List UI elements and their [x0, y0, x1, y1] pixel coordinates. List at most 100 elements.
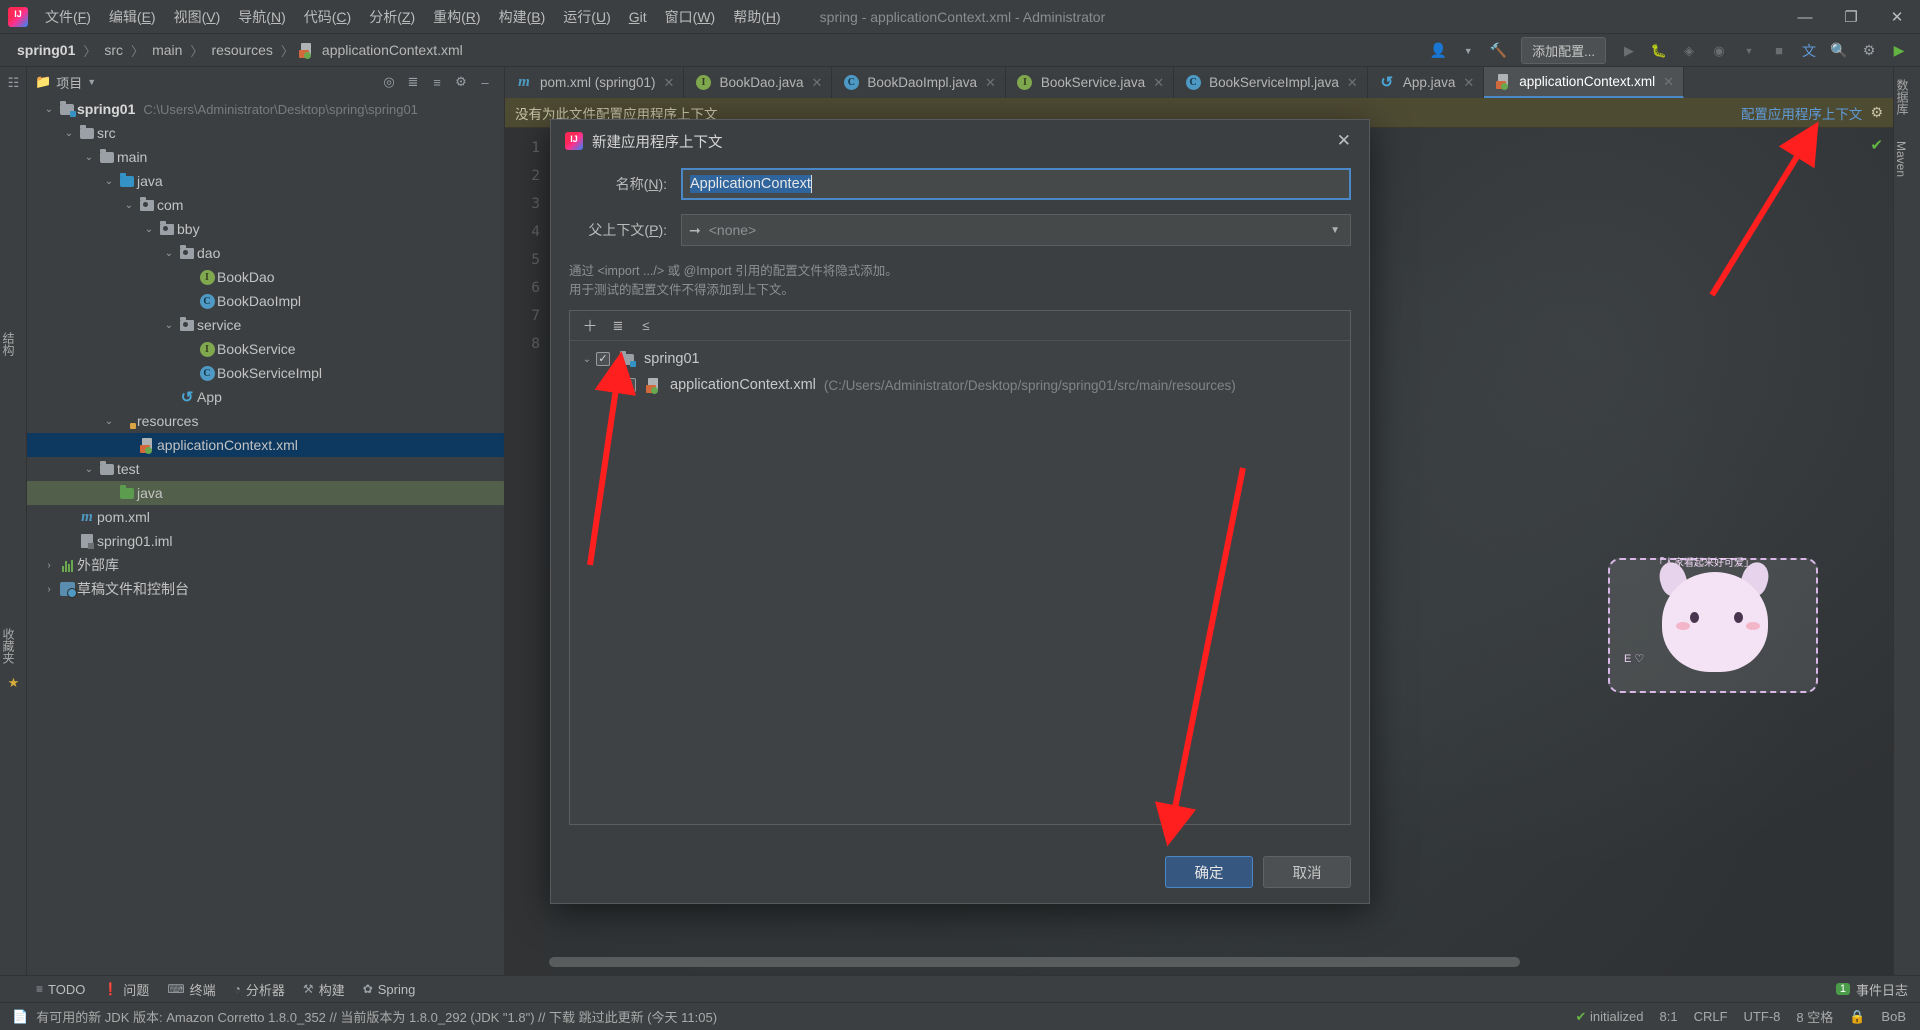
menu-item-8[interactable]: 运行(U) [554, 3, 619, 31]
caret-position[interactable]: 8:1 [1660, 1009, 1678, 1024]
chevron-down-icon[interactable]: ⌄ [41, 104, 57, 115]
settings-icon[interactable]: ⚙ [450, 71, 472, 93]
project-tree-row[interactable]: ⌄ spring01 C:\Users\Administrator\Desktop\… [27, 97, 504, 121]
editor-tab-6[interactable]: applicationContext.xml ✕ [1484, 67, 1685, 98]
project-tree-row[interactable]: C BookServiceImpl [27, 361, 504, 385]
project-tree-row[interactable]: ⌄ java [27, 169, 504, 193]
tool-window-button-4[interactable]: ⚒ 构建 [303, 980, 345, 999]
close-icon[interactable]: ✕ [1663, 74, 1674, 90]
coverage-icon[interactable]: ◈ [1676, 39, 1702, 63]
settings-icon[interactable]: ⚙ [1856, 39, 1882, 63]
menu-item-5[interactable]: 分析(Z) [360, 3, 424, 31]
config-files-tree[interactable]: ⌄ spring01 applicationContext.xml (C:/Users… [570, 341, 1350, 824]
config-tree-checkbox[interactable] [596, 352, 610, 366]
config-tree-row[interactable]: applicationContext.xml (C:/Users/Administ… [570, 372, 1350, 398]
project-tree-row[interactable]: ⌄ resources [27, 409, 504, 433]
expand-all-icon[interactable]: ≣ [606, 314, 630, 338]
horizontal-scrollbar[interactable] [549, 957, 1763, 967]
name-input[interactable]: ApplicationContext [681, 168, 1351, 200]
close-icon[interactable]: ✕ [1331, 129, 1357, 153]
line-separator[interactable]: CRLF [1694, 1009, 1728, 1024]
favorites-tool-label[interactable]: 收藏夹 [0, 622, 17, 670]
project-tree-row[interactable]: I BookDao [27, 265, 504, 289]
ok-button[interactable]: 确定 [1165, 856, 1253, 888]
close-button[interactable]: ✕ [1874, 0, 1920, 34]
collapse-all-icon[interactable]: ≡ [426, 71, 448, 93]
project-tree-row[interactable]: I BookService [27, 337, 504, 361]
debug-icon[interactable]: 🐛 [1646, 39, 1672, 63]
chevron-down-icon[interactable]: ⌄ [141, 224, 157, 235]
chevron-down-icon[interactable]: ▼ [87, 77, 96, 87]
project-tree-row[interactable]: applicationContext.xml [27, 433, 504, 457]
menu-item-6[interactable]: 重构(R) [424, 3, 489, 31]
project-tree-row[interactable]: ⌄ test [27, 457, 504, 481]
project-tree-row[interactable]: › 外部库 [27, 553, 504, 577]
chevron-down-icon[interactable]: ⌄ [101, 416, 117, 427]
name-input-value[interactable]: ApplicationContext [690, 175, 811, 193]
chevron-down-icon[interactable]: ▼ [1455, 39, 1481, 63]
breadcrumb-item-3[interactable]: resources [208, 40, 275, 60]
maven-tool-label[interactable]: Maven [1894, 135, 1908, 183]
breadcrumb-item-1[interactable]: src [101, 40, 126, 60]
project-tree-row[interactable]: ↺ App [27, 385, 504, 409]
config-tree-row[interactable]: ⌄ spring01 [570, 346, 1350, 372]
menu-item-1[interactable]: 编辑(E) [100, 3, 165, 31]
menu-item-2[interactable]: 视图(V) [165, 3, 230, 31]
editor-tab-5[interactable]: ↺ App.java ✕ [1368, 67, 1485, 98]
menu-item-11[interactable]: 帮助(H) [724, 3, 789, 31]
config-tree-checkbox[interactable] [622, 378, 636, 392]
editor-tab-2[interactable]: C BookDaoImpl.java ✕ [832, 67, 1006, 98]
scrollbar-thumb[interactable] [549, 957, 1521, 967]
breadcrumb-item-4[interactable]: applicationContext.xml [319, 40, 466, 60]
project-tree-row[interactable]: ⌄ src [27, 121, 504, 145]
project-tree-row[interactable]: C BookDaoImpl [27, 289, 504, 313]
close-icon[interactable]: ✕ [664, 75, 675, 91]
tool-window-button-1[interactable]: ❗ 问题 [103, 980, 149, 999]
chevron-down-icon[interactable]: ⌄ [61, 128, 77, 139]
profile-icon[interactable]: ◉ [1706, 39, 1732, 63]
branch-label[interactable]: BoB [1881, 1009, 1906, 1024]
menu-item-0[interactable]: 文件(F) [36, 3, 100, 31]
star-icon[interactable]: ★ [0, 670, 27, 696]
lock-icon[interactable]: 🔒 [1849, 1009, 1865, 1025]
chevron-down-icon[interactable]: ⌄ [121, 200, 137, 211]
menu-item-4[interactable]: 代码(C) [295, 3, 360, 31]
tool-window-button-2[interactable]: ⌨ 终端 [167, 980, 215, 999]
editor-tab-3[interactable]: I BookService.java ✕ [1006, 67, 1175, 98]
menu-item-9[interactable]: Git [620, 5, 656, 29]
close-icon[interactable]: ✕ [1463, 75, 1474, 91]
project-tree-row[interactable]: ⌄ com [27, 193, 504, 217]
chevron-down-icon[interactable]: ⌄ [101, 176, 117, 187]
breadcrumb-item-0[interactable]: spring01 [14, 40, 78, 60]
database-tool-label[interactable]: 数据库 [1894, 73, 1911, 121]
project-tree-row[interactable]: spring01.iml [27, 529, 504, 553]
chevron-down-icon[interactable]: ⌄ [161, 320, 177, 331]
menu-item-7[interactable]: 构建(B) [490, 3, 555, 31]
hammer-icon[interactable]: 🔨 [1485, 39, 1511, 63]
select-opened-file-icon[interactable]: ◎ [378, 71, 400, 93]
editor-tab-0[interactable]: m pom.xml (spring01) ✕ [505, 67, 685, 98]
project-tree-row[interactable]: java [27, 481, 504, 505]
project-tree-row[interactable]: › 草稿文件和控制台 [27, 577, 504, 601]
chevron-down-icon[interactable]: ▼ [1330, 225, 1340, 236]
menu-item-10[interactable]: 窗口(W) [656, 3, 725, 31]
project-tree-row[interactable]: ⌄ service [27, 313, 504, 337]
status-message[interactable]: 有可用的新 JDK 版本: Amazon Corretto 1.8.0_352 … [36, 1007, 717, 1026]
menu-item-3[interactable]: 导航(N) [229, 3, 294, 31]
minimize-button[interactable]: — [1782, 0, 1828, 34]
editor-tab-4[interactable]: C BookServiceImpl.java ✕ [1174, 67, 1368, 98]
cancel-button[interactable]: 取消 [1263, 856, 1351, 888]
maximize-button[interactable]: ❐ [1828, 0, 1874, 34]
file-encoding[interactable]: UTF-8 [1744, 1009, 1781, 1024]
project-tool-icon[interactable]: ☷ [0, 67, 27, 96]
tool-window-button-3[interactable]: ◔ 分析器 [234, 980, 285, 999]
tool-window-button-5[interactable]: ✿ Spring [363, 982, 416, 997]
indent-setting[interactable]: 8 空格 [1796, 1007, 1833, 1026]
close-icon[interactable]: ✕ [985, 75, 996, 91]
user-icon[interactable]: 👤 [1425, 39, 1451, 63]
configure-application-context-link[interactable]: 配置应用程序上下文 [1741, 103, 1863, 123]
close-icon[interactable]: ✕ [812, 75, 823, 91]
chevron-right-icon[interactable]: › [41, 560, 57, 571]
gear-icon[interactable]: ⚙ [1870, 104, 1883, 121]
run-icon[interactable]: ▶ [1616, 39, 1642, 63]
